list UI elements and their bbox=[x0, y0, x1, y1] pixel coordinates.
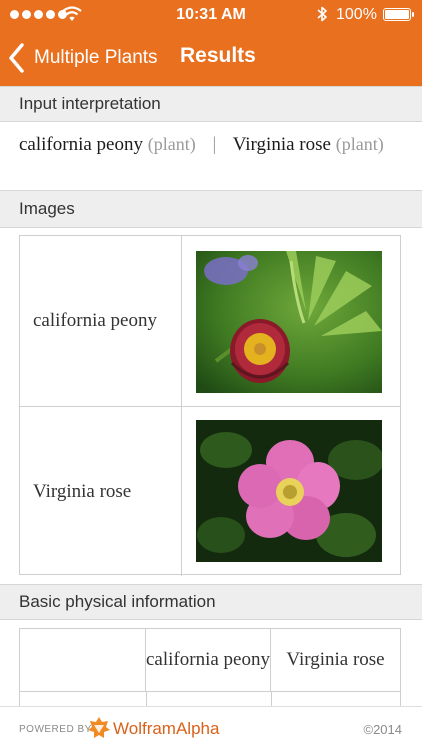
image-row-label: Virginia rose bbox=[20, 407, 182, 576]
interp-separator: | bbox=[212, 134, 217, 155]
row-divider bbox=[20, 691, 400, 692]
images-table: california peony Virginia rose bbox=[19, 235, 401, 576]
page-title: Results bbox=[180, 44, 256, 67]
column-header-empty bbox=[20, 629, 146, 691]
input-interpretation-header: Input interpretation bbox=[0, 86, 422, 122]
interp-item-1-annotation: (plant) bbox=[147, 134, 196, 154]
back-button[interactable]: Multiple Plants bbox=[6, 38, 158, 78]
wolframalpha-brand[interactable]: WolframAlpha bbox=[113, 719, 219, 739]
copyright: ©2014 bbox=[363, 722, 403, 737]
interp-item-2-name: Virginia rose bbox=[232, 134, 331, 155]
battery-icon bbox=[383, 8, 414, 21]
column-header-peony: california peony bbox=[146, 629, 271, 691]
input-interpretation-content: california peony (plant) | Virginia rose… bbox=[19, 130, 409, 159]
physical-info-table: california peony Virginia rose bbox=[19, 628, 401, 731]
basic-physical-header: Basic physical information bbox=[0, 584, 422, 620]
california-peony-photo[interactable] bbox=[196, 251, 382, 393]
bluetooth-icon bbox=[317, 6, 327, 22]
table-row: california peony bbox=[20, 236, 400, 406]
interp-item-2-annotation: (plant) bbox=[335, 134, 384, 154]
table-row: Virginia rose bbox=[20, 406, 400, 576]
wolframalpha-logo-icon[interactable] bbox=[88, 717, 110, 739]
virginia-rose-photo[interactable] bbox=[196, 420, 382, 562]
images-header: Images bbox=[0, 190, 422, 228]
status-bar: 10:31 AM 100% bbox=[0, 0, 422, 30]
top-bar: 10:31 AM 100% Multiple Plants Results bbox=[0, 0, 422, 86]
chevron-left-icon bbox=[9, 43, 24, 73]
interp-item-1-name: california peony bbox=[19, 134, 143, 155]
column-header-rose: Virginia rose bbox=[286, 649, 385, 670]
footer: POWERED BY WolframAlpha ©2014 bbox=[0, 706, 422, 750]
back-label: Multiple Plants bbox=[34, 47, 158, 68]
battery-percent: 100% bbox=[336, 6, 377, 23]
image-row-label: california peony bbox=[20, 236, 182, 406]
powered-by-label: POWERED BY bbox=[19, 724, 92, 735]
navigation-bar: Multiple Plants Results bbox=[0, 30, 422, 86]
